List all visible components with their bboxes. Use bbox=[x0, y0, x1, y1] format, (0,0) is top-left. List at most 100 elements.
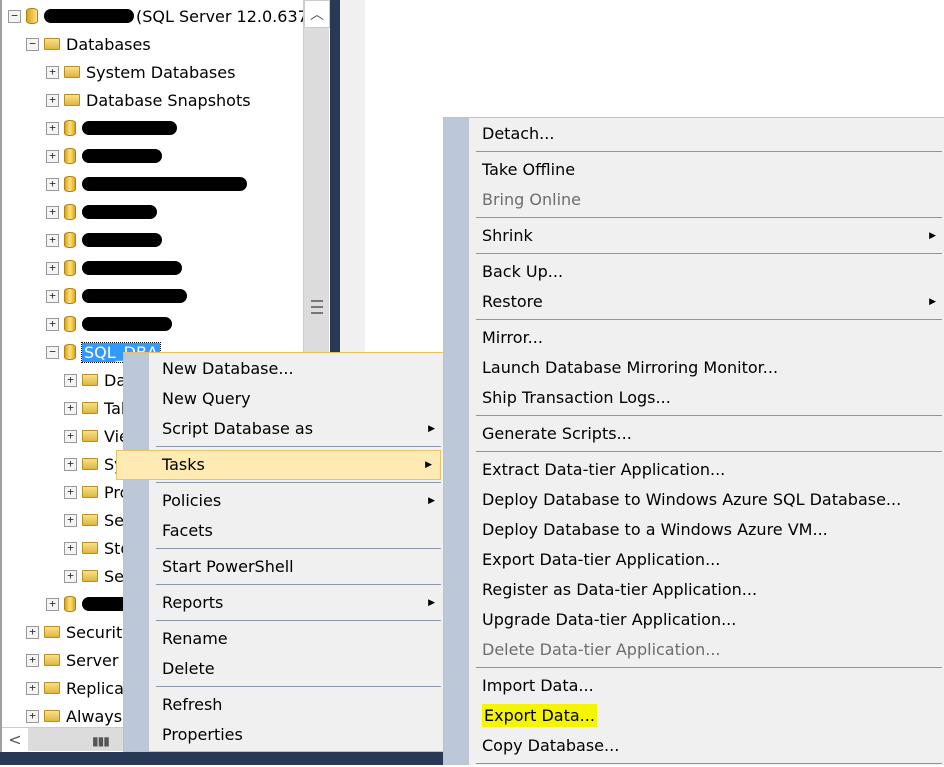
menu-item-register-as-data-tier-application[interactable]: Register as Data-tier Application... bbox=[444, 575, 944, 605]
menu-item-facets[interactable]: Facets bbox=[124, 516, 443, 546]
tree-node[interactable]: + Da bbox=[64, 366, 126, 394]
tree-node[interactable]: + bbox=[46, 198, 157, 226]
tree-node[interactable]: + Replicat bbox=[26, 674, 130, 702]
expand-icon[interactable]: + bbox=[46, 149, 59, 163]
expand-icon[interactable]: + bbox=[46, 597, 59, 611]
tree-node-label: System Databases bbox=[86, 62, 236, 82]
database-icon bbox=[64, 148, 76, 164]
menu-item-properties[interactable]: Properties bbox=[124, 720, 443, 750]
expand-icon[interactable]: + bbox=[64, 457, 77, 471]
tree-node[interactable]: + Ser bbox=[64, 506, 131, 534]
menu-item-import-data[interactable]: Import Data... bbox=[444, 671, 944, 701]
folder-icon bbox=[44, 682, 60, 694]
menu-item-refresh[interactable]: Refresh bbox=[124, 690, 443, 720]
tree-node[interactable]: + Pro bbox=[64, 478, 129, 506]
menu-item-deploy-database-to-windows-azure-sql-database[interactable]: Deploy Database to Windows Azure SQL Dat… bbox=[444, 485, 944, 515]
menu-item-label: New Query bbox=[162, 389, 251, 408]
menu-item-deploy-database-to-a-windows-azure-vm[interactable]: Deploy Database to a Windows Azure VM... bbox=[444, 515, 944, 545]
expand-icon[interactable]: + bbox=[64, 485, 77, 499]
menu-item-label: New Database... bbox=[162, 359, 294, 378]
menu-item-restore[interactable]: Restore ▶ bbox=[444, 287, 944, 317]
menu-item-ship-transaction-logs[interactable]: Ship Transaction Logs... bbox=[444, 383, 944, 413]
expand-icon[interactable]: + bbox=[46, 261, 59, 275]
menu-item-delete-data-tier-application[interactable]: Delete Data-tier Application... bbox=[444, 635, 944, 665]
expand-icon[interactable]: + bbox=[64, 513, 77, 527]
menu-item-policies[interactable]: Policies ▶ bbox=[124, 486, 443, 516]
menu-item-extract-data-tier-application[interactable]: Extract Data-tier Application... bbox=[444, 455, 944, 485]
expand-icon[interactable]: + bbox=[46, 65, 59, 79]
tree-node[interactable]: + System Databases bbox=[46, 58, 235, 86]
menu-item-export-data-tier-application[interactable]: Export Data-tier Application... bbox=[444, 545, 944, 575]
tree-node[interactable]: − Databases bbox=[26, 30, 151, 58]
menu-item-rename[interactable]: Rename bbox=[124, 624, 443, 654]
expand-icon[interactable]: + bbox=[46, 317, 59, 331]
tree-node[interactable]: + Vie bbox=[64, 422, 129, 450]
database-icon bbox=[64, 232, 76, 248]
scrollbar-thumb[interactable] bbox=[311, 300, 323, 314]
menu-item-launch-database-mirroring-monitor[interactable]: Launch Database Mirroring Monitor... bbox=[444, 353, 944, 383]
tree-node[interactable]: + bbox=[46, 282, 187, 310]
menu-item-bring-online[interactable]: Bring Online bbox=[444, 185, 944, 215]
scroll-left-button[interactable]: < bbox=[2, 728, 28, 751]
menu-item-back-up[interactable]: Back Up... bbox=[444, 257, 944, 287]
expand-icon[interactable]: + bbox=[26, 709, 39, 723]
menu-item-mirror[interactable]: Mirror... bbox=[444, 323, 944, 353]
folder-icon bbox=[82, 514, 98, 526]
menu-item-upgrade-data-tier-application[interactable]: Upgrade Data-tier Application... bbox=[444, 605, 944, 635]
menu-item-export-data[interactable]: Export Data... bbox=[444, 701, 944, 731]
menu-item-tasks[interactable]: Tasks ▶ bbox=[116, 450, 441, 480]
expand-icon[interactable]: + bbox=[64, 569, 77, 583]
database-icon bbox=[64, 176, 76, 192]
redacted-name bbox=[82, 261, 182, 275]
menu-item-label: Policies bbox=[162, 491, 222, 510]
expand-icon[interactable]: + bbox=[46, 233, 59, 247]
expand-icon[interactable]: + bbox=[46, 289, 59, 303]
expand-icon[interactable]: + bbox=[64, 541, 77, 555]
tree-node[interactable]: + bbox=[46, 170, 247, 198]
menu-item-label: Deploy Database to Windows Azure SQL Dat… bbox=[482, 490, 902, 509]
menu-item-shrink[interactable]: Shrink ▶ bbox=[444, 221, 944, 251]
tree-node[interactable]: + Tal bbox=[64, 394, 125, 422]
tree-node[interactable]: + bbox=[46, 310, 172, 338]
scrollbar-thumb[interactable]: ▮▮▮ bbox=[92, 734, 110, 748]
expand-icon[interactable]: + bbox=[64, 373, 77, 387]
expand-icon[interactable]: + bbox=[26, 625, 39, 639]
expand-icon[interactable]: + bbox=[46, 93, 59, 107]
menu-item-label: Register as Data-tier Application... bbox=[482, 580, 758, 599]
folder-icon bbox=[64, 66, 80, 78]
expand-icon[interactable]: + bbox=[46, 177, 59, 191]
tree-node[interactable]: + Security bbox=[26, 618, 132, 646]
tree-node[interactable]: + Sto bbox=[64, 534, 130, 562]
tree-node[interactable]: + AlwaysO bbox=[26, 702, 135, 730]
redacted-name bbox=[82, 317, 172, 331]
menu-item-delete[interactable]: Delete bbox=[124, 654, 443, 684]
menu-item-new-database[interactable]: New Database... bbox=[124, 354, 443, 384]
expand-icon[interactable]: + bbox=[64, 401, 77, 415]
menu-item-start-powershell[interactable]: Start PowerShell bbox=[124, 552, 443, 582]
tree-node[interactable]: + bbox=[46, 226, 162, 254]
tree-node[interactable]: + Database Snapshots bbox=[46, 86, 251, 114]
expand-icon[interactable]: + bbox=[46, 121, 59, 135]
expand-icon[interactable]: + bbox=[46, 205, 59, 219]
collapse-icon[interactable]: − bbox=[26, 37, 39, 51]
expand-icon[interactable]: + bbox=[64, 429, 77, 443]
database-icon bbox=[64, 260, 76, 276]
menu-item-new-query[interactable]: New Query bbox=[124, 384, 443, 414]
menu-item-take-offline[interactable]: Take Offline bbox=[444, 155, 944, 185]
expand-icon[interactable]: + bbox=[26, 653, 39, 667]
expand-icon[interactable]: + bbox=[26, 681, 39, 695]
collapse-icon[interactable]: − bbox=[46, 345, 59, 359]
collapse-icon[interactable]: − bbox=[8, 9, 21, 23]
tree-node[interactable]: + bbox=[46, 254, 182, 282]
tree-node[interactable]: + Server O bbox=[26, 646, 136, 674]
tree-node-server[interactable]: − (SQL Server 12.0.6372.1 bbox=[8, 2, 330, 30]
menu-item-copy-database[interactable]: Copy Database... bbox=[444, 731, 944, 761]
menu-item-reports[interactable]: Reports ▶ bbox=[124, 588, 443, 618]
menu-item-script-database-as[interactable]: Script Database as ▶ bbox=[124, 414, 443, 444]
menu-item-generate-scripts[interactable]: Generate Scripts... bbox=[444, 419, 944, 449]
folder-icon bbox=[82, 486, 98, 498]
menu-item-detach[interactable]: Detach... bbox=[444, 119, 944, 149]
scroll-up-button[interactable]: ︿ bbox=[304, 0, 330, 28]
tree-node[interactable]: + bbox=[46, 114, 177, 142]
tree-node[interactable]: + bbox=[46, 142, 162, 170]
